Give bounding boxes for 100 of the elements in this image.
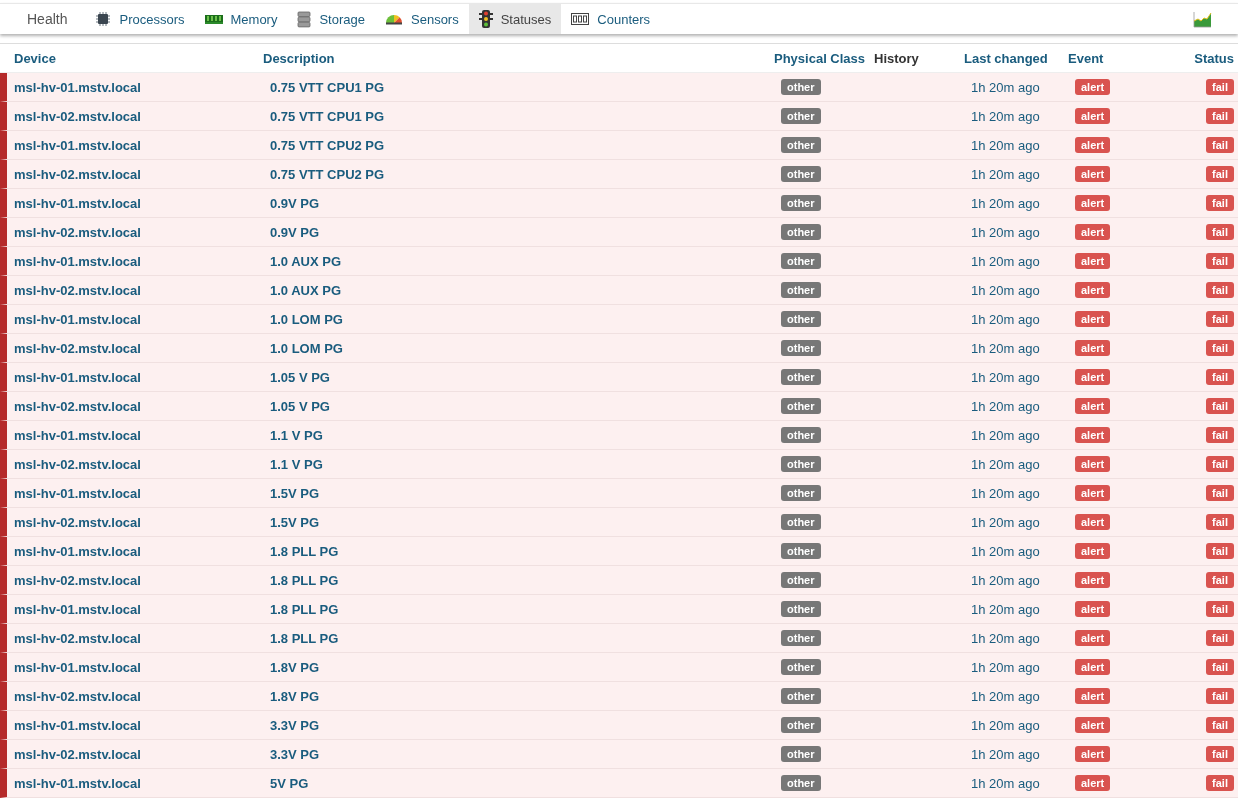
- status-badge: fail: [1206, 166, 1234, 182]
- last-changed-text: 1h 20m ago: [971, 369, 1041, 385]
- device-name: msl-hv-01.mstv.local: [13, 369, 142, 385]
- status-badge: fail: [1206, 775, 1234, 791]
- device-name: msl-hv-02.mstv.local: [13, 514, 142, 530]
- event-badge: alert: [1075, 427, 1111, 443]
- column-header[interactable]: Status: [1194, 50, 1234, 66]
- device-name: msl-hv-01.mstv.local: [13, 311, 142, 327]
- traffic-light-icon: [478, 10, 493, 28]
- class-badge: other: [781, 746, 821, 762]
- description-text: 1.8 PLL PG: [270, 601, 340, 617]
- nav-tab[interactable]: Storage: [287, 4, 375, 34]
- nav-tab[interactable]: Memory: [194, 4, 288, 34]
- class-badge: other: [781, 398, 821, 414]
- description-text: 0.9V PG: [270, 224, 321, 240]
- class-badge: other: [781, 543, 821, 559]
- event-badge: alert: [1075, 456, 1111, 472]
- last-changed-text: 1h 20m ago: [971, 195, 1041, 211]
- column-header[interactable]: Physical Class: [774, 50, 874, 66]
- last-changed-text: 1h 20m ago: [971, 224, 1041, 240]
- memory-stick-icon: [204, 13, 223, 25]
- device-name: msl-hv-01.mstv.local: [13, 485, 142, 501]
- device-name: msl-hv-02.mstv.local: [13, 340, 142, 356]
- class-badge: other: [781, 775, 821, 791]
- description-text: 0.75 VTT CPU2 PG: [270, 137, 386, 153]
- last-changed-text: 1h 20m ago: [971, 717, 1041, 733]
- status-badge: fail: [1206, 485, 1234, 501]
- event-badge: alert: [1075, 572, 1111, 588]
- last-changed-text: 1h 20m ago: [971, 601, 1041, 617]
- description-text: 3.3V PG: [270, 746, 321, 762]
- event-badge: alert: [1075, 166, 1111, 182]
- description-text: 3.3V PG: [270, 717, 321, 733]
- last-changed-text: 1h 20m ago: [971, 514, 1041, 530]
- device-name: msl-hv-02.mstv.local: [13, 688, 142, 704]
- column-header[interactable]: Last changed: [964, 50, 1068, 66]
- status-badge: fail: [1206, 659, 1234, 675]
- class-badge: other: [781, 630, 821, 646]
- nav-tab[interactable]: Counters: [561, 4, 661, 34]
- last-changed-text: 1h 20m ago: [971, 166, 1041, 182]
- event-badge: alert: [1075, 688, 1111, 704]
- device-name: msl-hv-02.mstv.local: [13, 630, 142, 646]
- status-badge: fail: [1206, 717, 1234, 733]
- class-badge: other: [781, 485, 821, 501]
- event-badge: alert: [1075, 195, 1111, 211]
- description-text: 1.0 AUX PG: [270, 282, 343, 298]
- last-changed-text: 1h 20m ago: [971, 398, 1041, 414]
- status-badge: fail: [1206, 253, 1234, 269]
- nav-tab[interactable]: Sensors: [375, 4, 469, 34]
- last-changed-text: 1h 20m ago: [971, 630, 1041, 646]
- event-badge: alert: [1075, 514, 1111, 530]
- last-changed-text: 1h 20m ago: [971, 746, 1041, 762]
- device-name: msl-hv-01.mstv.local: [13, 427, 142, 443]
- event-badge: alert: [1075, 717, 1111, 733]
- event-badge: alert: [1075, 746, 1111, 762]
- description-text: 1.1 V PG: [270, 427, 324, 443]
- device-name: msl-hv-01.mstv.local: [13, 253, 142, 269]
- event-badge: alert: [1075, 775, 1111, 791]
- gauge-icon: [385, 13, 403, 25]
- event-badge: alert: [1075, 282, 1111, 298]
- counter-icon: [571, 13, 590, 25]
- status-badge: fail: [1206, 398, 1234, 414]
- nav-tab[interactable]: Processors: [85, 4, 195, 34]
- column-header[interactable]: Device: [0, 50, 263, 66]
- device-name: msl-hv-01.mstv.local: [13, 717, 142, 733]
- event-badge: alert: [1075, 543, 1111, 559]
- class-badge: other: [781, 456, 821, 472]
- device-name: msl-hv-02.mstv.local: [13, 108, 142, 124]
- event-badge: alert: [1075, 369, 1111, 385]
- class-badge: other: [781, 427, 821, 443]
- description-text: 1.05 V PG: [270, 369, 331, 385]
- device-name: msl-hv-01.mstv.local: [13, 543, 142, 559]
- description-text: 1.05 V PG: [270, 398, 331, 414]
- description-text: 1.1 V PG: [270, 456, 324, 472]
- device-name: msl-hv-01.mstv.local: [13, 659, 142, 675]
- class-badge: other: [781, 311, 821, 327]
- status-badge: fail: [1206, 427, 1234, 443]
- column-header[interactable]: Event: [1068, 50, 1178, 66]
- description-text: 0.9V PG: [270, 195, 321, 211]
- event-badge: alert: [1075, 311, 1111, 327]
- class-badge: other: [781, 688, 821, 704]
- class-badge: other: [781, 166, 821, 182]
- description-text: 1.0 LOM PG: [270, 311, 344, 327]
- last-changed-text: 1h 20m ago: [971, 79, 1041, 95]
- status-badge: fail: [1206, 108, 1234, 124]
- status-badge: fail: [1206, 543, 1234, 559]
- nav-title: Health: [26, 10, 69, 29]
- description-text: 0.75 VTT CPU2 PG: [270, 166, 386, 182]
- column-header: History: [874, 50, 920, 66]
- event-badge: alert: [1075, 601, 1111, 617]
- class-badge: other: [781, 369, 821, 385]
- last-changed-text: 1h 20m ago: [971, 137, 1041, 153]
- class-badge: other: [781, 572, 821, 588]
- column-header[interactable]: Description: [263, 50, 774, 66]
- device-name: msl-hv-01.mstv.local: [13, 79, 142, 95]
- event-badge: alert: [1075, 485, 1111, 501]
- nav-tab[interactable]: Statuses: [468, 4, 562, 34]
- last-changed-text: 1h 20m ago: [971, 688, 1041, 704]
- status-badge: fail: [1206, 224, 1234, 240]
- event-badge: alert: [1075, 137, 1111, 153]
- graph-icon[interactable]: [1193, 10, 1212, 28]
